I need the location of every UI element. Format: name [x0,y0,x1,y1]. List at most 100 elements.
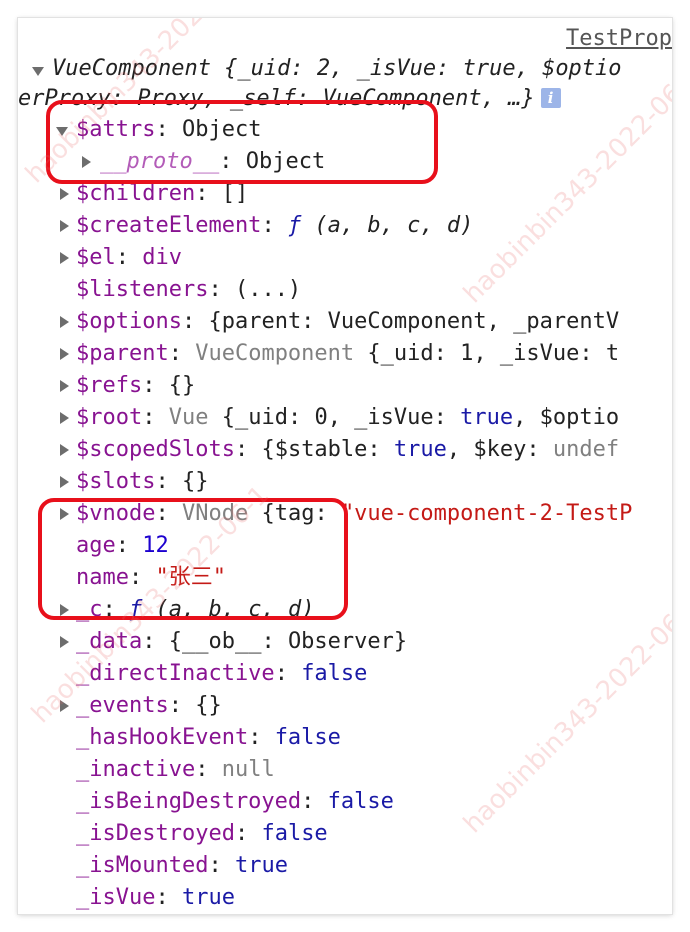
prop-row-slots[interactable]: $slots: {} [18,466,672,498]
devtools-console-panel: TestProp VueComponent {_uid: 2, _isVue: … [18,18,672,914]
prop-key: $scopedSlots [76,437,235,462]
prop-row-hasHookEvent[interactable]: _hasHookEvent: false [18,722,672,754]
prop-value-string: "vue-component-2-TestP [340,501,633,526]
prop-value: {_uid: 1, _isVue: t [354,341,620,366]
prop-value: [] [221,181,249,206]
prop-value: {tag: [248,501,341,526]
prop-row-createElement[interactable]: $createElement: ƒ (a, b, c, d) [18,210,672,242]
object-tree: VueComponent {_uid: 2, _isVue: true, $op… [18,54,672,914]
prop-value: false [327,789,394,814]
prop-key: $createElement [76,213,262,238]
prop-key: _isDestroyed [76,821,235,846]
prop-key: _isVue [76,885,156,910]
prop-row-children[interactable]: $children: [] [18,178,672,210]
prop-value: {} [181,469,209,494]
prop-row-isDestroyed[interactable]: _isDestroyed: false [18,818,672,850]
prop-key: __proto__ [100,149,220,174]
collapse-triangle-icon[interactable] [56,127,68,136]
prop-value-rest: , $key: [446,437,553,462]
prop-row-isBeingDestroyed[interactable]: _isBeingDestroyed: false [18,786,672,818]
prop-key: age [76,533,116,558]
expand-triangle-icon[interactable] [82,156,91,168]
expand-triangle-icon[interactable] [60,380,69,392]
prop-key: $root [76,405,143,430]
prop-row-attrs[interactable]: $attrs: Object [18,114,672,146]
collapse-triangle-icon[interactable] [32,67,44,76]
prop-key: _data [76,629,143,654]
prop-row-name[interactable]: name: "张三" [18,562,672,594]
prop-key: $refs [76,373,143,398]
prop-value-type: Vue [168,405,209,430]
prop-row-listeners[interactable]: $listeners: (...) [18,274,672,306]
prop-value-bool: true [393,437,447,462]
source-link[interactable]: TestProp [566,26,672,51]
prop-row-data[interactable]: _data: {__ob__: Observer} [18,626,672,658]
prop-key: _inactive [76,757,196,782]
prop-row-inactive[interactable]: _inactive: null [18,754,672,786]
prop-value: false [274,725,341,750]
expand-triangle-icon[interactable] [60,220,69,232]
prop-key: $children [76,181,196,206]
prop-key: $el [76,245,116,270]
prop-key: _events [76,693,169,718]
expand-triangle-icon[interactable] [60,636,69,648]
prop-value: {} [168,373,196,398]
expand-triangle-icon[interactable] [60,316,69,328]
expand-triangle-icon[interactable] [60,700,69,712]
prop-row-c[interactable]: _c: ƒ (a, b, c, d) [18,594,672,626]
prop-value: Object [245,149,326,174]
prop-row-scopedSlots[interactable]: $scopedSlots: {$stable: true, $key: unde… [18,434,672,466]
prop-value: {__ob__: Observer} [168,629,408,654]
object-summary-row-continued: erProxy: Proxy, _self: VueComponent, …} i [18,84,672,114]
prop-value: (a, b, c, d) [314,213,474,238]
prop-key: name [76,565,129,590]
prop-row-root[interactable]: $root: Vue {_uid: 0, _isVue: true, $opti… [18,402,672,434]
prop-key: _directInactive [76,661,275,686]
object-summary-line2-text: erProxy: Proxy, _self: VueComponent, …} [18,86,535,111]
prop-value-type: VueComponent [195,341,355,366]
expand-triangle-icon[interactable] [60,252,69,264]
expand-triangle-icon[interactable] [60,348,69,360]
prop-key: _hasHookEvent [76,725,249,750]
prop-row-el[interactable]: $el: div [18,242,672,274]
object-summary-line2: erProxy: Proxy, _self: VueComponent, …} i [18,84,561,114]
prop-value: true [181,885,235,910]
prop-row-events[interactable]: _events: {} [18,690,672,722]
prop-row-isVue[interactable]: _isVue: true [18,882,672,914]
prop-row-proto[interactable]: __proto__: Object [18,146,672,178]
prop-row-options[interactable]: $options: {parent: VueComponent, _parent… [18,306,672,338]
object-summary-line1: VueComponent {_uid: 2, _isVue: true, $op… [52,56,622,81]
function-marker: ƒ [287,213,302,238]
prop-value: null [221,757,275,782]
prop-value: "张三" [155,565,226,590]
expand-triangle-icon[interactable] [60,604,69,616]
prop-key: _c [76,597,103,622]
prop-value: {} [195,693,222,718]
object-summary-row[interactable]: VueComponent {_uid: 2, _isVue: true, $op… [18,54,672,84]
expand-triangle-icon[interactable] [60,508,69,520]
prop-value: false [301,661,368,686]
prop-value-bool: true [460,405,514,430]
prop-row-parent[interactable]: $parent: VueComponent {_uid: 1, _isVue: … [18,338,672,370]
prop-value: {parent: VueComponent, _parentV [208,309,620,334]
prop-key: _isMounted [76,853,209,878]
info-icon[interactable]: i [540,88,561,108]
prop-row-age[interactable]: age: 12 [18,530,672,562]
prop-row-isMounted[interactable]: _isMounted: true [18,850,672,882]
prop-value: 12 [142,533,169,558]
prop-row-refs[interactable]: $refs: {} [18,370,672,402]
prop-value: false [261,821,328,846]
expand-triangle-icon[interactable] [60,412,69,424]
function-marker: ƒ [129,597,143,622]
expand-triangle-icon[interactable] [60,188,69,200]
prop-value-type: VNode [181,501,249,526]
prop-row-vnode[interactable]: $vnode: VNode {tag: "vue-component-2-Tes… [18,498,672,530]
expand-triangle-icon[interactable] [60,476,69,488]
prop-key: $listeners [76,277,209,302]
prop-value[interactable]: (...) [235,277,301,302]
prop-value: true [234,853,288,878]
prop-value: {_uid: 0, _isVue: [208,405,461,430]
prop-row-directInactive[interactable]: _directInactive: false [18,658,672,690]
prop-value-rest: , $optio [513,405,620,430]
expand-triangle-icon[interactable] [60,444,69,456]
